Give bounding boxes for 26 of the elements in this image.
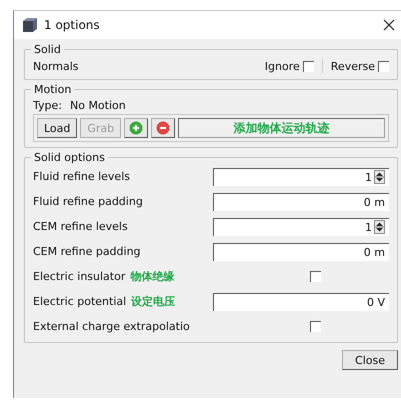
field-label: CEM refine padding [33,245,141,258]
group-title: Solid options [33,151,106,164]
spin-field[interactable]: 1 [213,168,389,186]
input-field[interactable]: 0 V [213,292,389,310]
type-label: Type: [33,98,62,112]
field-label: Fluid refine padding [33,195,143,208]
input-field[interactable]: 0 m [213,192,389,210]
annotation-text: 设定电压 [131,294,176,309]
group-title: Motion [33,83,72,96]
group-title: Solid [33,43,62,56]
window-title: 1 options [44,18,100,32]
close-button[interactable]: Close [342,350,398,370]
normals-label: Normals [33,60,79,72]
input-field[interactable]: 0 m [213,242,389,260]
field-label: External charge extrapolatio [33,320,190,333]
annotation-text: 添加物体运动轨迹 [234,120,330,136]
option-label: Ignore [264,60,300,72]
field-label: Electric insulator [33,270,126,283]
option-label: Reverse [330,60,375,72]
spin-field[interactable]: 1 [213,218,389,236]
annotation-text: 物体绝缘 [130,269,174,284]
field-label: Electric potential [33,295,126,308]
motion-button[interactable]: Load [37,118,78,138]
field-label: Fluid refine levels [33,170,130,183]
field-label: CEM refine levels [33,220,128,233]
type-value: No Motion [70,98,126,112]
